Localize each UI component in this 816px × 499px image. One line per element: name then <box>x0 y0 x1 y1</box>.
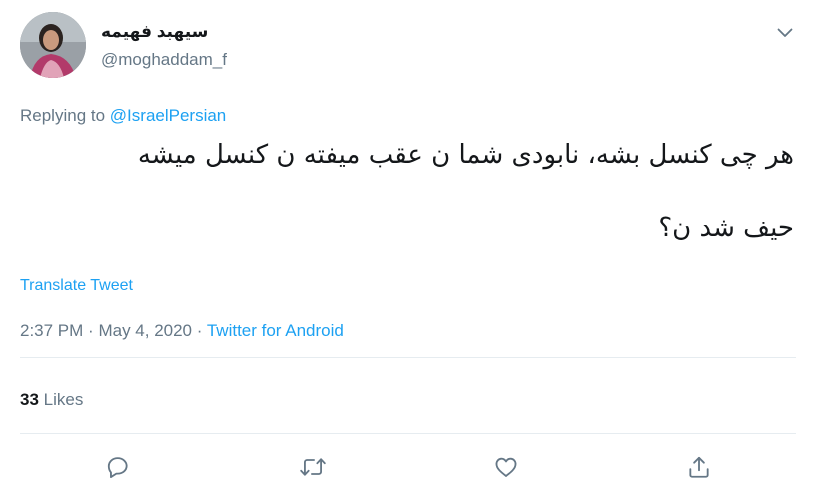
reply-context: Replying to @IsraelPersian <box>20 106 226 126</box>
tweet-date: May 4, 2020 <box>98 321 193 340</box>
divider <box>20 357 796 358</box>
retweet-button[interactable] <box>298 452 328 482</box>
reply-button[interactable] <box>103 452 133 482</box>
meta-separator: · <box>88 321 94 340</box>
share-icon <box>689 456 709 478</box>
reply-mention-link[interactable]: @IsraelPersian <box>110 106 226 125</box>
tweet-source-link[interactable]: Twitter for Android <box>207 321 344 340</box>
reply-context-prefix: Replying to <box>20 106 106 125</box>
likes-count: 33 <box>20 390 39 409</box>
author-avatar[interactable] <box>20 12 86 78</box>
likes-label: Likes <box>43 390 84 409</box>
tweet-metadata: 2:37 PM · May 4, 2020 · Twitter for Andr… <box>20 321 344 341</box>
reply-icon <box>107 457 128 478</box>
likes-stat[interactable]: 33 Likes <box>20 390 83 410</box>
heart-icon <box>495 457 517 477</box>
chevron-down-icon <box>777 28 793 37</box>
tweet-time: 2:37 PM <box>20 321 84 340</box>
tweet-text-line: هر چی کنسل بشه، نابودی شما ن عقب میفته ن… <box>137 140 794 170</box>
like-button[interactable] <box>491 452 521 482</box>
more-options-button[interactable] <box>772 20 798 46</box>
author-display-name[interactable]: سیهبد فهیمه <box>101 22 208 42</box>
translate-tweet-link[interactable]: Translate Tweet <box>20 277 133 295</box>
meta-separator: · <box>196 321 203 340</box>
divider <box>20 433 796 434</box>
tweet-text: هر چی کنسل بشه، نابودی شما ن عقب میفته ن… <box>24 138 794 246</box>
user-avatar-icon <box>20 12 86 78</box>
share-button[interactable] <box>684 452 714 482</box>
retweet-icon <box>300 458 326 476</box>
author-handle[interactable]: @moghaddam_f <box>101 50 227 70</box>
tweet-text-line: حیف شد ن؟ <box>658 213 794 243</box>
